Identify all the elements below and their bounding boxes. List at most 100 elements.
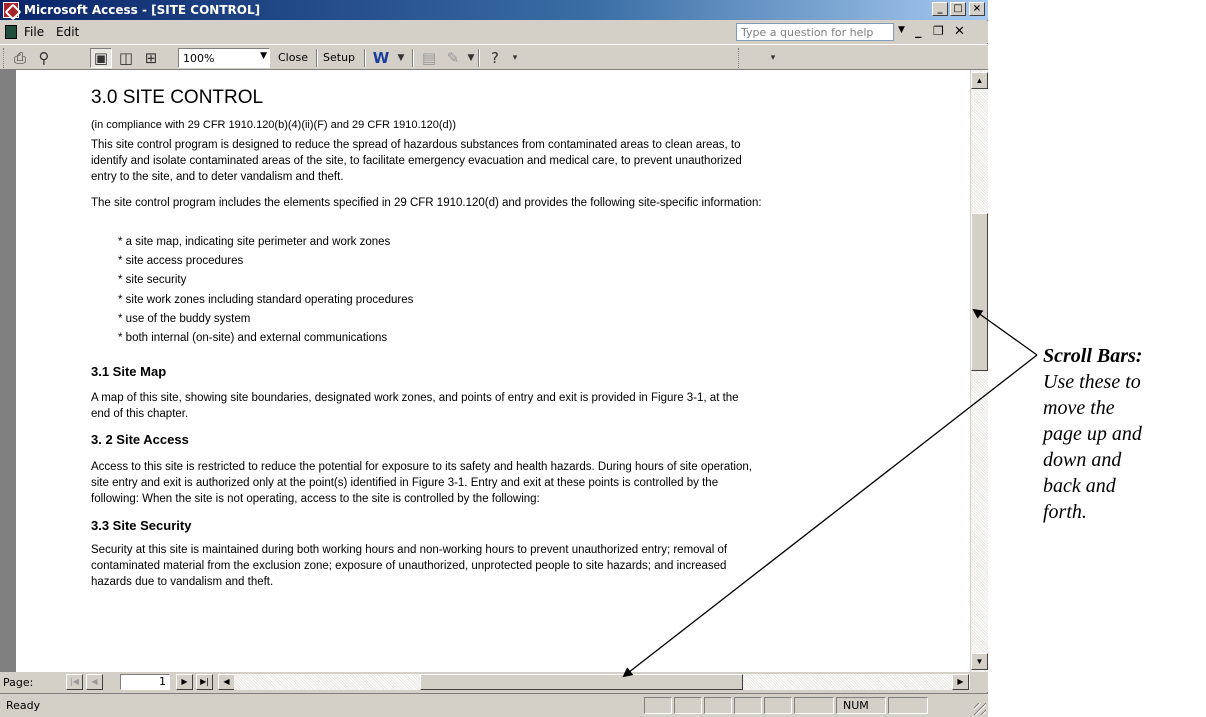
- toolbar-separator: [364, 49, 366, 67]
- scroll-left-button[interactable]: ◀: [218, 674, 235, 690]
- annotation-line: page up and: [1043, 423, 1142, 445]
- section-heading-site-security: 3.3 Site Security: [91, 518, 192, 533]
- two-pages-icon[interactable]: ◫: [115, 48, 137, 68]
- bullet-item: * site security: [118, 274, 187, 286]
- doc-close-button[interactable]: ✕: [954, 24, 965, 39]
- site-security-line: contaminated material from the exclusion…: [91, 560, 727, 572]
- intro-line: entry to the site, and to deter vandalis…: [91, 171, 344, 183]
- annotation-line: down and: [1043, 449, 1122, 471]
- site-map-line: end of this chapter.: [91, 408, 189, 420]
- vertical-scrollbar[interactable]: ▲ ▼: [970, 70, 988, 672]
- report-page: 3.0 SITE CONTROL (in compliance with 29 …: [16, 70, 970, 672]
- menu-bar: File Edit Type a question for help ▼ _ ❐…: [0, 21, 988, 43]
- access-app-icon[interactable]: [3, 2, 19, 18]
- resize-grip[interactable]: [974, 703, 986, 715]
- site-map-line: A map of this site, showing site boundar…: [91, 392, 739, 404]
- toolbar-options-icon[interactable]: ▾: [504, 48, 526, 68]
- menu-file-label: File: [24, 25, 45, 39]
- bullet-item: * use of the buddy system: [118, 313, 251, 325]
- status-pane: [704, 697, 732, 714]
- site-access-line: Access to this site is restricted to red…: [91, 461, 752, 473]
- one-page-icon[interactable]: ▣: [90, 48, 112, 68]
- status-text: Ready: [6, 699, 41, 712]
- page-label: Page:: [3, 676, 34, 689]
- bullet-item: * both internal (on-site) and external c…: [118, 332, 388, 344]
- scroll-down-button[interactable]: ▼: [971, 653, 988, 670]
- document-icon[interactable]: [5, 25, 17, 39]
- toolbar-separator: [478, 49, 480, 67]
- status-pane: [734, 697, 762, 714]
- intro-line: This site control program is designed to…: [91, 139, 741, 151]
- menu-edit[interactable]: Edit: [56, 25, 79, 39]
- print-preview-toolbar: ⎙ ⚲ ▣ ◫ ⊞ 100% ▼ Close Setup W ▼ ▤ ✎ ▼ ?…: [0, 44, 988, 70]
- toolbar-options-icon[interactable]: ▾: [762, 48, 784, 68]
- toolbar-grip[interactable]: [3, 48, 6, 68]
- page-heading: 3.0 SITE CONTROL: [91, 87, 264, 108]
- zoom-value: 100%: [183, 52, 215, 65]
- next-page-button[interactable]: ▶: [176, 674, 193, 690]
- first-page-button[interactable]: |◀: [66, 674, 83, 690]
- site-access-line: site entry and exit is authorized only a…: [91, 477, 719, 489]
- multiple-pages-icon[interactable]: ⊞: [140, 48, 162, 68]
- bullet-item: * site access procedures: [118, 255, 244, 267]
- toolbar-grip[interactable]: [738, 48, 741, 68]
- zoom-select[interactable]: 100% ▼: [178, 48, 270, 68]
- menu-edit-label: Edit: [56, 25, 80, 39]
- vertical-scroll-thumb[interactable]: [971, 213, 988, 371]
- annotation-line: back and: [1043, 475, 1116, 497]
- previous-page-button[interactable]: ◀: [86, 674, 103, 690]
- annotation-line: move the: [1043, 397, 1115, 419]
- annotation-heading: Scroll Bars:: [1043, 345, 1143, 367]
- close-window-button[interactable]: ×: [969, 2, 985, 16]
- record-navigation-bar: Page: |◀ ◀ 1 ▶ ▶| ◀ ▶: [0, 672, 988, 692]
- site-access-line: following: When the site is not operatin…: [91, 493, 540, 505]
- site-security-line: hazards due to vandalism and theft.: [91, 576, 274, 588]
- annotation-line: Use these to: [1043, 371, 1141, 393]
- doc-restore-button[interactable]: ❐: [933, 24, 944, 38]
- bullet-item: * a site map, indicating site perimeter …: [118, 236, 391, 248]
- num-lock-indicator: NUM: [836, 697, 886, 714]
- help-dropdown-arrow-icon[interactable]: ▼: [898, 25, 905, 35]
- annotation-line: forth.: [1043, 501, 1087, 523]
- bullet-item: * site work zones including standard ope…: [118, 294, 414, 306]
- scroll-right-button[interactable]: ▶: [952, 674, 969, 690]
- zoom-dropdown-arrow-icon[interactable]: ▼: [260, 51, 267, 61]
- status-pane: [674, 697, 702, 714]
- print-preview-area[interactable]: 3.0 SITE CONTROL (in compliance with 29 …: [0, 70, 988, 672]
- compliance-text: (in compliance with 29 CFR 1910.120(b)(4…: [91, 119, 456, 131]
- close-preview-button[interactable]: Close: [278, 51, 308, 64]
- title-bar[interactable]: Microsoft Access - [SITE CONTROL] _ □ ×: [0, 0, 988, 20]
- help-icon[interactable]: ?: [484, 48, 506, 68]
- last-page-button[interactable]: ▶|: [196, 674, 213, 690]
- status-pane: [644, 697, 672, 714]
- status-pane: [888, 697, 928, 714]
- toolbar-separator: [316, 49, 318, 67]
- horizontal-scrollbar[interactable]: [234, 674, 970, 690]
- office-links-word-icon[interactable]: W: [370, 48, 392, 68]
- maximize-button[interactable]: □: [950, 2, 966, 16]
- page-number-input[interactable]: 1: [120, 674, 170, 690]
- status-pane: [764, 697, 792, 714]
- section-heading-site-access: 3. 2 Site Access: [91, 432, 189, 447]
- window-title: Microsoft Access - [SITE CONTROL]: [24, 3, 261, 17]
- menu-file[interactable]: File: [24, 25, 44, 39]
- print-icon[interactable]: ⎙: [9, 48, 31, 68]
- office-links-dropdown-icon[interactable]: ▼: [390, 48, 412, 68]
- minimize-button[interactable]: _: [932, 2, 948, 16]
- database-window-icon[interactable]: ▤: [418, 48, 440, 68]
- horizontal-scroll-thumb[interactable]: [420, 674, 743, 690]
- site-security-line: Security at this site is maintained duri…: [91, 544, 728, 556]
- scroll-bars-annotation: Scroll Bars: Use these to move the page …: [1043, 343, 1203, 525]
- toolbar-separator: [412, 49, 414, 67]
- access-window: Microsoft Access - [SITE CONTROL] _ □ × …: [0, 0, 988, 717]
- status-pane: [794, 697, 834, 714]
- help-search-input[interactable]: Type a question for help: [736, 23, 894, 41]
- setup-button[interactable]: Setup: [323, 51, 355, 64]
- zoom-magnifier-icon[interactable]: ⚲: [33, 48, 55, 68]
- intro-line: identify and isolate contaminated areas …: [91, 155, 742, 167]
- section-heading-site-map: 3.1 Site Map: [91, 364, 167, 379]
- doc-minimize-button[interactable]: _: [915, 24, 922, 39]
- scroll-up-button[interactable]: ▲: [971, 72, 988, 89]
- screenshot-stage: Microsoft Access - [SITE CONTROL] _ □ × …: [0, 0, 1206, 717]
- elements-intro: The site control program includes the el…: [91, 197, 762, 209]
